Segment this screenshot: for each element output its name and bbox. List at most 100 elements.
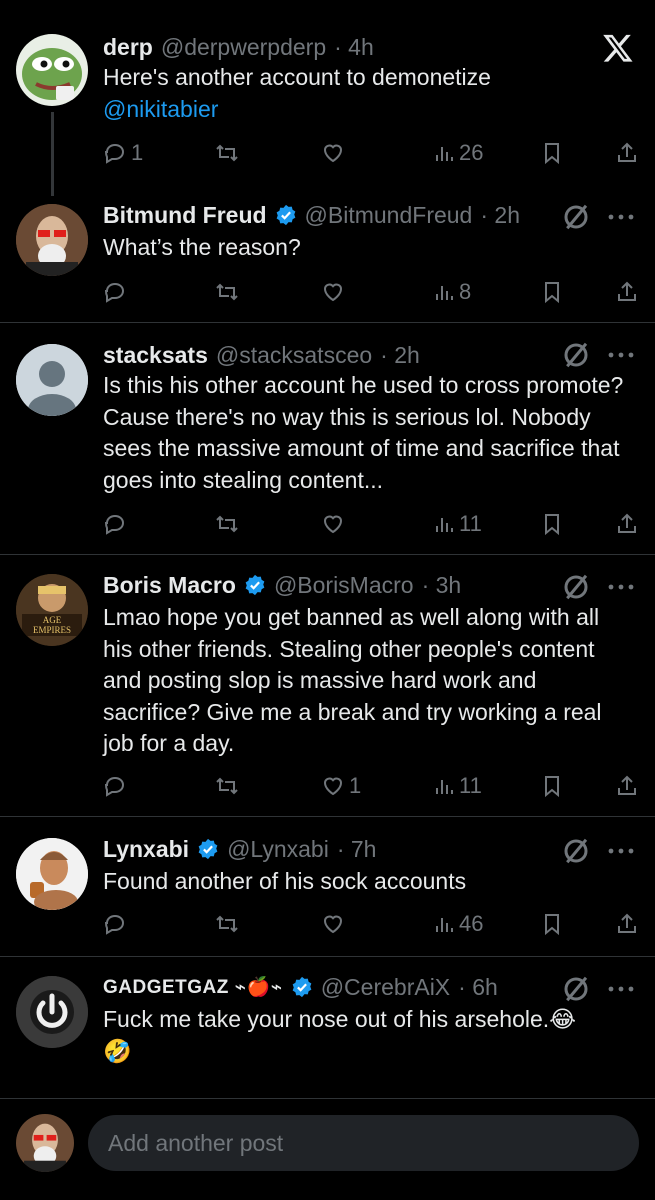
views-button[interactable]: 11 <box>431 508 482 540</box>
handle[interactable]: @derpwerpderp <box>161 34 326 61</box>
action-bar: 11 <box>103 508 643 540</box>
repost-button[interactable] <box>215 908 239 940</box>
display-name[interactable]: Lynxabi <box>103 836 189 863</box>
reply-composer-input[interactable]: Add another post <box>88 1115 639 1171</box>
divider <box>0 322 655 323</box>
post-boris-macro[interactable]: AGE EMPIRES Boris Macro @BorisMacro · 3h… <box>0 570 655 810</box>
more-icon[interactable] <box>607 351 635 359</box>
svg-text:AGE: AGE <box>43 615 62 625</box>
share-button[interactable] <box>615 770 639 802</box>
reply-button[interactable]: 1 <box>103 137 143 169</box>
timestamp[interactable]: · 2h <box>380 342 420 369</box>
timestamp[interactable]: · 4h <box>334 34 374 61</box>
reply-button[interactable] <box>103 276 127 308</box>
reply-icon <box>104 776 125 797</box>
reply-button[interactable] <box>103 508 127 540</box>
display-name[interactable]: Boris Macro <box>103 572 236 599</box>
heart-icon <box>323 515 343 534</box>
grok-icon[interactable] <box>561 572 591 602</box>
like-button[interactable] <box>321 137 345 169</box>
bookmark-icon <box>545 143 559 165</box>
default-avatar-icon <box>16 344 88 416</box>
avatar[interactable] <box>16 344 88 416</box>
bookmark-button[interactable] <box>540 508 564 540</box>
timestamp[interactable]: · 2h <box>480 202 520 229</box>
share-icon <box>618 513 636 533</box>
views-icon <box>436 780 453 794</box>
views-button[interactable]: 8 <box>431 276 471 308</box>
bookmark-button[interactable] <box>540 276 564 308</box>
views-count: 11 <box>459 773 482 798</box>
bookmark-icon <box>545 282 559 304</box>
timestamp[interactable]: · 6h <box>458 974 498 1001</box>
composer-avatar[interactable] <box>16 1114 74 1172</box>
grok-icon[interactable] <box>561 340 591 370</box>
bookmark-icon <box>545 776 559 798</box>
views-count: 46 <box>459 911 484 936</box>
heart-icon <box>323 915 343 934</box>
views-button[interactable]: 46 <box>431 908 483 940</box>
post-text: Fuck me take your nose out of his arseho… <box>103 1006 577 1032</box>
avatar[interactable] <box>16 204 88 276</box>
views-button[interactable]: 11 <box>431 770 482 802</box>
post-gadgetgaz[interactable]: GADGETGAZ ⌁🍎⌁ @CerebrAiX · 6h Fuck me ta… <box>0 972 655 1082</box>
views-icon <box>436 147 453 161</box>
bookmark-button[interactable] <box>540 770 564 802</box>
avatar[interactable]: AGE EMPIRES <box>16 574 88 646</box>
views-button[interactable]: 26 <box>431 137 483 169</box>
share-button[interactable] <box>615 908 639 940</box>
post-derp[interactable]: derp @derpwerpderp · 4h Here's another a… <box>0 34 655 194</box>
display-name[interactable]: stacksats <box>103 342 208 369</box>
more-icon[interactable] <box>607 213 635 221</box>
more-icon[interactable] <box>607 583 635 591</box>
timestamp[interactable]: · 3h <box>422 572 462 599</box>
like-button[interactable]: 1 <box>321 770 361 802</box>
verified-badge-icon <box>245 574 265 596</box>
bookmark-button[interactable] <box>540 908 564 940</box>
like-button[interactable] <box>321 276 345 308</box>
share-icon <box>618 142 636 162</box>
handle[interactable]: @BitmundFreud <box>305 202 473 229</box>
svg-text:EMPIRES: EMPIRES <box>33 625 71 635</box>
post-lynxabi[interactable]: Lynxabi @Lynxabi · 7h Found another of h… <box>0 834 655 950</box>
repost-icon <box>216 283 238 301</box>
verified-badge-icon <box>276 204 295 226</box>
mention-link[interactable]: @nikitabier <box>103 94 625 126</box>
share-icon <box>618 913 636 933</box>
repost-icon <box>216 515 238 533</box>
like-button[interactable] <box>321 908 345 940</box>
share-icon <box>618 281 636 301</box>
action-bar: 1 26 <box>103 137 643 169</box>
more-icon[interactable] <box>607 847 635 855</box>
repost-button[interactable] <box>215 137 239 169</box>
avatar[interactable] <box>16 838 88 910</box>
post-bitmund-freud[interactable]: Bitmund Freud @BitmundFreud · 2h What’s … <box>0 200 655 320</box>
share-button[interactable] <box>615 137 639 169</box>
bookmark-button[interactable] <box>540 137 564 169</box>
reply-button[interactable] <box>103 908 127 940</box>
timestamp[interactable]: · 7h <box>337 836 377 863</box>
share-icon <box>618 775 636 795</box>
display-name[interactable]: Bitmund Freud <box>103 202 267 229</box>
handle[interactable]: @BorisMacro <box>274 572 414 599</box>
more-icon[interactable] <box>607 985 635 993</box>
reply-button[interactable] <box>103 770 127 802</box>
avatar[interactable] <box>16 976 88 1048</box>
share-button[interactable] <box>615 508 639 540</box>
repost-button[interactable] <box>215 276 239 308</box>
repost-button[interactable] <box>215 508 239 540</box>
display-name[interactable]: derp <box>103 34 153 61</box>
repost-button[interactable] <box>215 770 239 802</box>
handle[interactable]: @stacksatsceo <box>216 342 372 369</box>
grok-icon[interactable] <box>561 974 591 1004</box>
handle[interactable]: @CerebrAiX <box>321 974 450 1001</box>
avatar[interactable] <box>16 34 88 106</box>
handle[interactable]: @Lynxabi <box>227 836 329 863</box>
display-name[interactable]: GADGETGAZ ⌁🍎⌁ <box>103 975 283 999</box>
like-button[interactable] <box>321 508 345 540</box>
share-button[interactable] <box>615 276 639 308</box>
grok-icon[interactable] <box>561 836 591 866</box>
grok-icon[interactable] <box>561 202 591 232</box>
post-text: What’s the reason? <box>103 234 301 260</box>
post-stacksats[interactable]: stacksats @stacksatsceo · 2h Is this his… <box>0 338 655 548</box>
